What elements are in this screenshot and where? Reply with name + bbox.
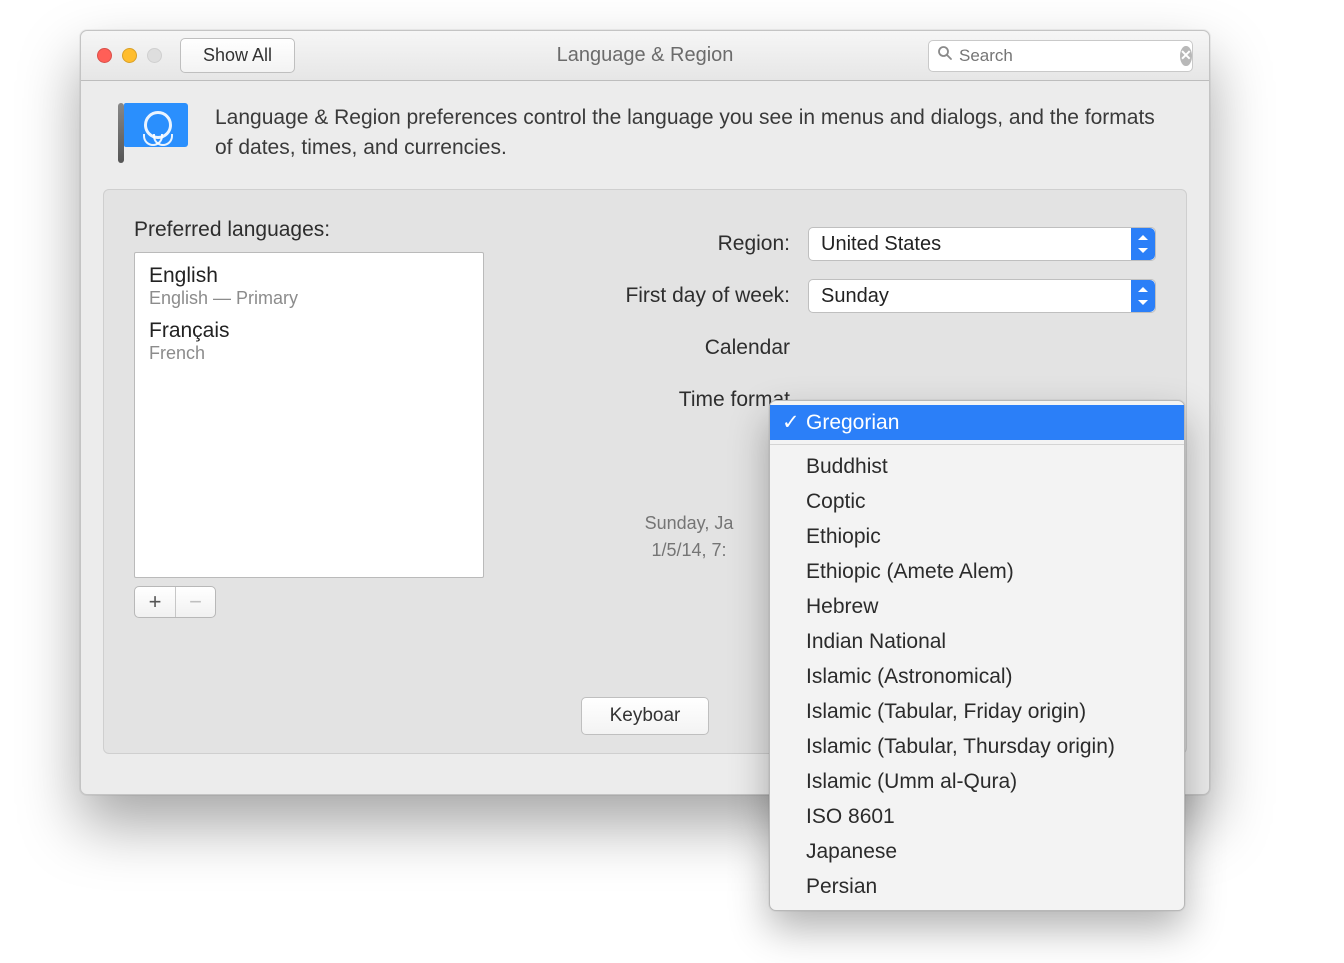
language-item[interactable]: English English — Primary: [135, 259, 483, 314]
popup-arrows-icon: [1131, 280, 1155, 312]
close-window-icon[interactable]: [97, 48, 112, 63]
time-format-label: Time format: [499, 388, 808, 412]
calendar-menu-item[interactable]: Islamic (Tabular, Thursday origin): [770, 729, 1184, 764]
check-icon: ✓: [782, 410, 806, 435]
menu-item-label: Persian: [806, 875, 877, 899]
keyboard-preferences-button[interactable]: Keyboar: [581, 697, 710, 735]
remove-language-button[interactable]: −: [175, 587, 215, 617]
calendar-menu-item[interactable]: Islamic (Umm al-Qura): [770, 764, 1184, 799]
show-all-button[interactable]: Show All: [180, 38, 295, 73]
preview-line-2: 1/5/14, 7:: [651, 540, 726, 560]
description-text: Language & Region preferences control th…: [215, 103, 1175, 164]
calendar-menu-item-selected[interactable]: ✓ Gregorian: [770, 405, 1184, 440]
region-popup[interactable]: United States: [808, 227, 1156, 261]
first-day-value: Sunday: [821, 285, 889, 308]
language-subtitle: French: [149, 343, 469, 364]
menu-item-label: Coptic: [806, 490, 866, 514]
calendar-menu-item[interactable]: Ethiopic (Amete Alem): [770, 554, 1184, 589]
menu-item-label: ISO 8601: [806, 805, 895, 829]
language-item[interactable]: Français French: [135, 314, 483, 369]
calendar-menu-item[interactable]: Indian National: [770, 624, 1184, 659]
menu-item-label: Ethiopic: [806, 525, 881, 549]
language-list[interactable]: English English — Primary Français Frenc…: [134, 252, 484, 578]
language-name: English: [149, 264, 469, 288]
menu-item-label: Islamic (Umm al-Qura): [806, 770, 1017, 794]
calendar-menu-item[interactable]: ISO 8601: [770, 799, 1184, 834]
menu-item-label: Ethiopic (Amete Alem): [806, 560, 1014, 584]
search-input[interactable]: [959, 46, 1180, 66]
calendar-menu-item[interactable]: Islamic (Astronomical): [770, 659, 1184, 694]
menu-item-label: Japanese: [806, 840, 897, 864]
menu-separator: [770, 444, 1184, 445]
header-description: Language & Region preferences control th…: [81, 81, 1209, 179]
window-controls: [97, 48, 162, 63]
clear-search-icon[interactable]: ✕: [1180, 46, 1192, 66]
calendar-menu-item[interactable]: Buddhist: [770, 449, 1184, 484]
zoom-window-icon: [147, 48, 162, 63]
settings-column: Region: United States First day of week:…: [499, 218, 1156, 426]
calendar-menu[interactable]: ✓ Gregorian Buddhist Coptic Ethiopic Eth…: [769, 400, 1185, 911]
calendar-menu-item[interactable]: Coptic: [770, 484, 1184, 519]
minimize-window-icon[interactable]: [122, 48, 137, 63]
region-value: United States: [821, 233, 941, 256]
menu-item-label: Hebrew: [806, 595, 878, 619]
add-language-button[interactable]: +: [135, 587, 175, 617]
region-flag-icon: [115, 103, 195, 169]
preview-line-1: Sunday, Ja: [645, 513, 734, 533]
region-label: Region:: [499, 232, 808, 256]
menu-item-label: Indian National: [806, 630, 946, 654]
search-icon: [937, 45, 953, 66]
first-day-label: First day of week:: [499, 284, 808, 308]
first-day-row: First day of week: Sunday: [499, 270, 1156, 322]
search-field[interactable]: ✕: [928, 40, 1193, 72]
menu-item-label: Gregorian: [806, 411, 899, 435]
first-day-popup[interactable]: Sunday: [808, 279, 1156, 313]
popup-arrows-icon: [1131, 228, 1155, 260]
menu-item-label: Buddhist: [806, 455, 888, 479]
language-subtitle: English — Primary: [149, 288, 469, 309]
calendar-menu-item[interactable]: Japanese: [770, 834, 1184, 869]
language-name: Français: [149, 319, 469, 343]
calendar-menu-item[interactable]: Ethiopic: [770, 519, 1184, 554]
calendar-menu-item[interactable]: Hebrew: [770, 589, 1184, 624]
menu-item-label: Islamic (Astronomical): [806, 665, 1013, 689]
add-remove-buttons: + −: [134, 586, 216, 618]
menu-item-label: Islamic (Tabular, Thursday origin): [806, 735, 1115, 759]
calendar-menu-item[interactable]: Persian: [770, 869, 1184, 904]
calendar-menu-item[interactable]: Islamic (Tabular, Friday origin): [770, 694, 1184, 729]
titlebar: Show All Language & Region ✕: [81, 31, 1209, 81]
menu-item-label: Islamic (Tabular, Friday origin): [806, 700, 1086, 724]
calendar-row: Calendar: [499, 322, 1156, 374]
region-row: Region: United States: [499, 218, 1156, 270]
calendar-label: Calendar: [499, 336, 808, 360]
